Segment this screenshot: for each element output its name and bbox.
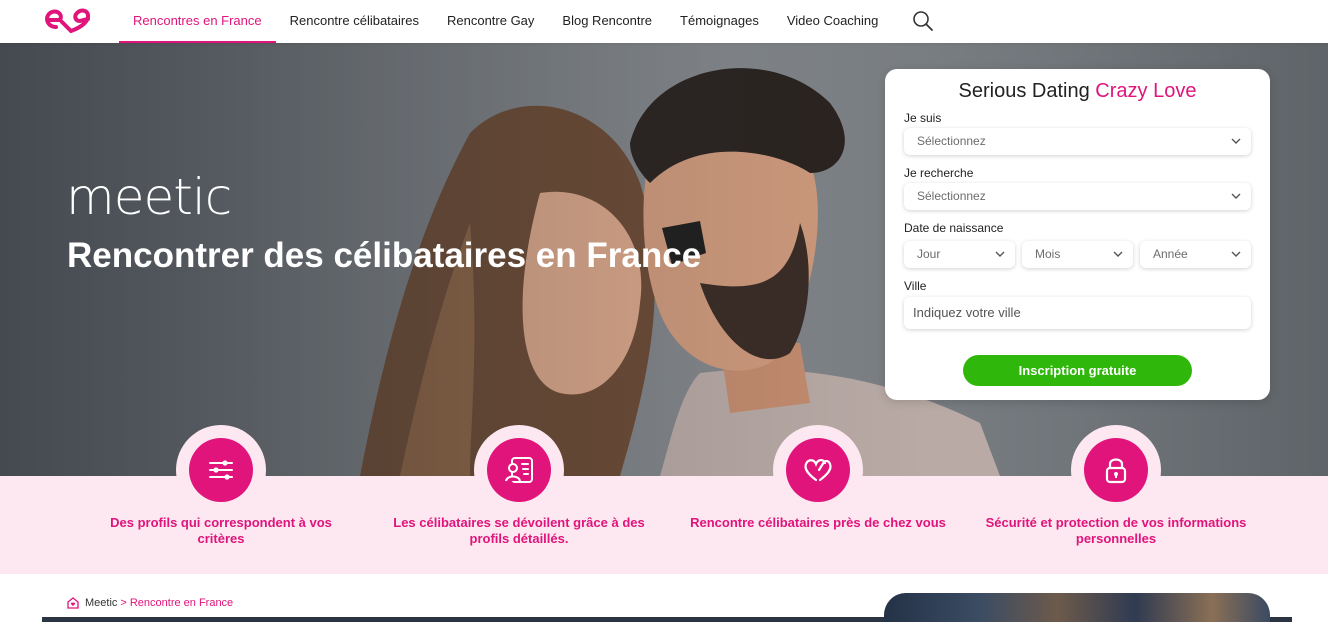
sliders-icon — [209, 460, 233, 480]
je-recherche-value: Sélectionnez — [917, 189, 986, 203]
birth-day-select[interactable]: Jour — [904, 241, 1015, 268]
feature-icon-circle — [487, 438, 551, 502]
page-title: Rencontrer des célibataires en France — [67, 236, 702, 275]
breadcrumb-home-link[interactable]: Meetic — [85, 597, 117, 609]
lock-icon — [1105, 458, 1127, 484]
je-suis-label: Je suis — [904, 111, 942, 125]
nav-item-temoignages[interactable]: Témoignages — [666, 0, 773, 43]
form-title: Serious Dating Crazy Love — [885, 79, 1270, 103]
city-label: Ville — [904, 279, 927, 293]
feature-icon-ring — [1071, 425, 1161, 515]
city-input[interactable]: Indiquez votre ville — [904, 297, 1251, 329]
profile-card-icon — [505, 457, 533, 483]
feature-text: Les célibataires se dévoilent grâce à de… — [393, 515, 645, 546]
search-icon[interactable] — [912, 10, 934, 32]
heart-logo-icon[interactable] — [42, 5, 92, 37]
chevron-down-icon — [1231, 138, 1241, 144]
signup-button[interactable]: Inscription gratuite — [963, 355, 1192, 386]
chevron-down-icon — [995, 251, 1005, 257]
brand-logo: meetic — [66, 168, 232, 226]
nav-item-rencontre-gay[interactable]: Rencontre Gay — [433, 0, 548, 43]
form-title-main: Serious Dating — [958, 80, 1090, 102]
chevron-down-icon — [1231, 251, 1241, 257]
birth-year-select[interactable]: Année — [1140, 241, 1251, 268]
form-title-accent: Crazy Love — [1095, 80, 1197, 102]
double-heart-icon — [804, 459, 832, 482]
feature-icon-circle — [189, 438, 253, 502]
chevron-down-icon — [1231, 193, 1241, 199]
je-recherche-select[interactable]: Sélectionnez — [904, 183, 1251, 210]
chevron-down-icon — [1113, 251, 1123, 257]
birth-date-label: Date de naissance — [904, 221, 1004, 235]
breadcrumb-current[interactable]: Rencontre en France — [130, 597, 233, 609]
je-suis-select[interactable]: Sélectionnez — [904, 128, 1251, 155]
feature-icon-circle — [1084, 438, 1148, 502]
breadcrumb: Meetic > Rencontre en France — [66, 596, 233, 610]
feature-item: Des profils qui correspondent à vos crit… — [76, 425, 366, 547]
nav-item-blog-rencontre[interactable]: Blog Rencontre — [548, 0, 666, 43]
nav-item-video-coaching[interactable]: Video Coaching — [773, 0, 893, 43]
feature-icon-ring — [773, 425, 863, 515]
top-navigation: Rencontres en France Rencontre célibatai… — [0, 0, 1328, 43]
feature-icon-ring — [176, 425, 266, 515]
feature-text: Des profils qui correspondent à vos crit… — [110, 515, 332, 546]
feature-text: Sécurité et protection de vos informatio… — [985, 515, 1247, 546]
feature-item: Les célibataires se dévoilent grâce à de… — [374, 425, 664, 547]
feature-text: Rencontre célibataires près de chez vous — [690, 515, 946, 530]
breadcrumb-separator: > — [120, 597, 127, 609]
je-recherche-label: Je recherche — [904, 166, 974, 180]
feature-item: Sécurité et protection de vos informatio… — [971, 425, 1261, 547]
je-suis-value: Sélectionnez — [917, 134, 986, 148]
nav-item-rencontre-celibataires[interactable]: Rencontre célibataires — [276, 0, 433, 43]
birth-day-value: Jour — [917, 247, 941, 261]
nav-menu: Rencontres en France Rencontre célibatai… — [119, 0, 892, 43]
nav-item-rencontres-en-france[interactable]: Rencontres en France — [119, 0, 276, 43]
feature-icon-circle — [786, 438, 850, 502]
birth-month-select[interactable]: Mois — [1022, 241, 1133, 268]
signup-form: Serious Dating Crazy Love Je suis Sélect… — [885, 69, 1270, 400]
birth-year-value: Année — [1153, 247, 1188, 261]
home-heart-icon — [67, 597, 79, 609]
content-image — [884, 593, 1270, 622]
feature-item: Rencontre célibataires près de chez vous — [673, 425, 963, 531]
birth-month-value: Mois — [1035, 247, 1061, 261]
feature-icon-ring — [474, 425, 564, 515]
